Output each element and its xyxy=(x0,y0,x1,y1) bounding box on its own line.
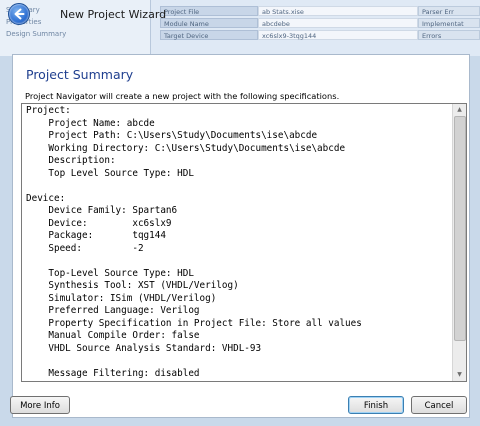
summary-line: Synthesis Tool: XST (VHDL/Verilog) xyxy=(26,280,239,291)
summary-line: Project Name: abcde xyxy=(26,117,155,129)
cancel-button[interactable]: Cancel xyxy=(411,396,467,414)
wizard-content: Project Summary Project Navigator will c… xyxy=(12,54,470,418)
summary-text: Project: Project Name: abcde Project Pat… xyxy=(26,105,362,380)
window-title: New Project Wizard xyxy=(60,8,167,21)
summary-line: Property Specification in Project File: … xyxy=(26,317,362,329)
page-title: Project Summary xyxy=(26,67,134,82)
summary-line: Device Family: Spartan6 xyxy=(26,205,178,216)
summary-line: Simulator: ISim (VHDL/Verilog) xyxy=(26,292,217,304)
summary-line: Top-Level Source Type: HDL xyxy=(26,267,194,279)
finish-button[interactable]: Finish xyxy=(348,396,404,414)
scroll-up-icon[interactable]: ▲ xyxy=(453,104,466,116)
summary-line: Working Directory: C:\Users\Study\Docume… xyxy=(26,142,346,154)
wizard-window: New Project Wizard Project Summary Proje… xyxy=(4,3,475,422)
summary-line: Project: xyxy=(26,105,71,116)
summary-line: Description: xyxy=(26,155,116,166)
summary-line: Top Level Source Type: HDL xyxy=(26,167,194,179)
summary-line: Message Filtering: disabled xyxy=(26,367,200,379)
summary-line: Package: tqg144 xyxy=(26,230,166,241)
vertical-scrollbar[interactable]: ▲ ▼ xyxy=(452,104,466,381)
summary-textbox[interactable]: Project: Project Name: abcde Project Pat… xyxy=(21,103,467,382)
summary-line: Manual Compile Order: false xyxy=(26,330,200,341)
summary-line: Preferred Language: Verilog xyxy=(26,305,200,316)
title-bar: New Project Wizard xyxy=(4,0,475,48)
scrollbar-thumb[interactable] xyxy=(454,116,466,341)
summary-line: Project Path: C:\Users\Study\Documents\i… xyxy=(26,130,318,141)
summary-line: VHDL Source Analysis Standard: VHDL-93 xyxy=(26,342,262,354)
summary-line: Device: xyxy=(26,192,66,204)
scroll-down-icon[interactable]: ▼ xyxy=(453,369,466,381)
intro-text: Project Navigator will create a new proj… xyxy=(25,91,340,101)
more-info-button[interactable]: More Info xyxy=(10,396,70,414)
back-arrow-icon[interactable] xyxy=(8,3,30,25)
summary-line: Speed: -2 xyxy=(26,242,144,254)
summary-line: Device: xc6slx9 xyxy=(26,217,172,229)
